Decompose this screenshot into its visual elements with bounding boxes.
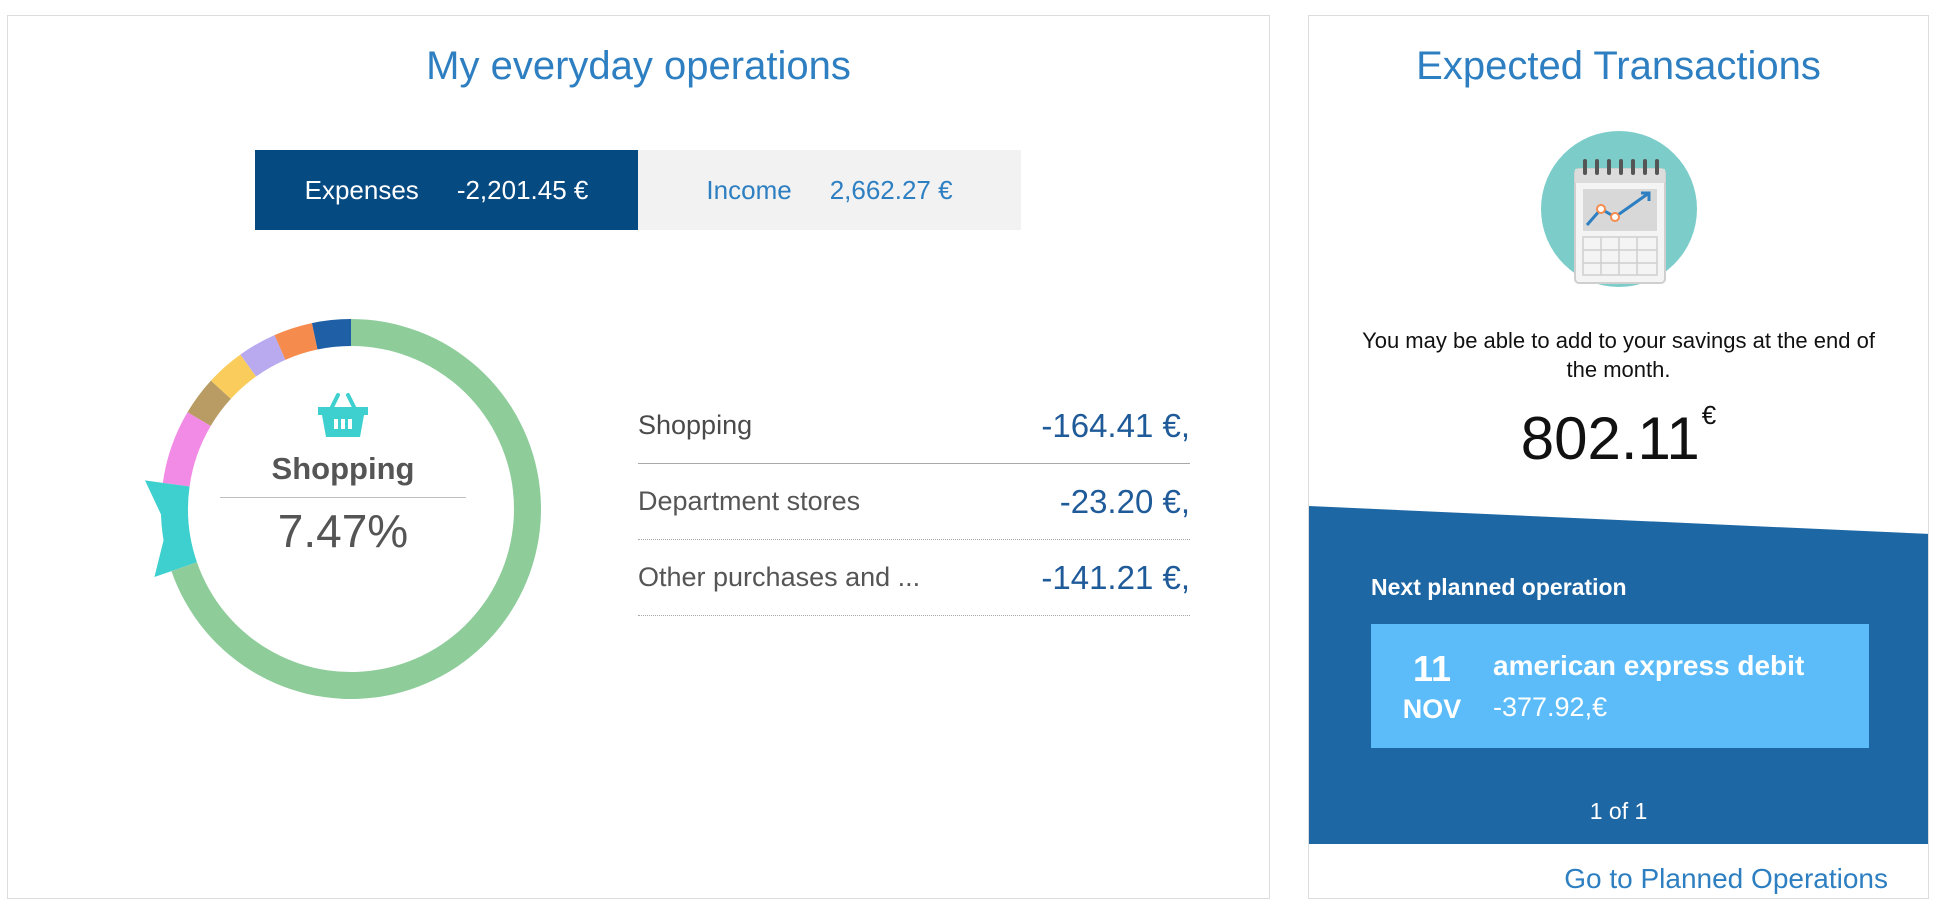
operation-day: 11 — [1412, 647, 1452, 689]
category-row[interactable]: Shopping -164.41 €, — [638, 388, 1190, 464]
income-label: Income — [706, 174, 792, 205]
expenses-tab[interactable]: Expenses -2,201.45 € — [255, 150, 638, 230]
pager: 1 of 1 — [1589, 798, 1648, 824]
operation-title: american express debit — [1493, 649, 1805, 681]
category-amount: -164.41 €, — [1041, 406, 1190, 444]
income-amount: 2,662.27 € — [829, 174, 953, 205]
operation-month: NOV — [1402, 693, 1462, 724]
operation-amount: -377.92,€ — [1493, 691, 1608, 722]
donut-segment[interactable] — [311, 319, 351, 350]
category-amount: -23.20 €, — [1059, 482, 1190, 520]
category-row[interactable]: Department stores -23.20 €, — [638, 464, 1190, 540]
expected-transactions-panel: Expected Transactions You may be able to… — [1308, 15, 1929, 899]
category-name: Other purchases and ... — [638, 562, 921, 592]
donut-center: Shopping 7.47% — [220, 391, 466, 558]
shopping-basket-icon — [318, 393, 368, 437]
expenses-label: Expenses — [304, 174, 419, 205]
panel-title: My everyday operations — [426, 44, 851, 88]
donut-center-label: Shopping — [220, 451, 466, 498]
operation-info: american express debit -377.92,€ — [1493, 650, 1804, 723]
category-name: Shopping — [638, 410, 753, 440]
panel-title: Expected Transactions — [1416, 44, 1821, 88]
savings-amount-value: 802.11 — [1520, 405, 1700, 472]
category-row[interactable]: Other purchases and ... -141.21 €, — [638, 540, 1190, 616]
savings-message: You may be able to add to your savings a… — [1362, 328, 1875, 382]
donut-center-value: 7.47% — [277, 505, 409, 557]
expense-income-toggle: Expenses -2,201.45 € Income 2,662.27 € — [255, 150, 1021, 230]
donut-segment[interactable] — [162, 412, 211, 487]
operation-date: 11 NOV — [1371, 648, 1493, 725]
go-to-planned-operations-link[interactable]: Go to Planned Operations — [1564, 863, 1888, 895]
savings-amount: 802.11€ — [1309, 400, 1928, 473]
planned-operation-card[interactable]: 11 NOV american express debit -377.92,€ — [1371, 624, 1869, 748]
income-tab[interactable]: Income 2,662.27 € — [638, 150, 1021, 230]
category-list: Shopping -164.41 €, Department stores -2… — [638, 388, 1190, 616]
category-amount: -141.21 €, — [1041, 558, 1190, 596]
category-name: Department stores — [638, 486, 861, 516]
calendar-chart-icon — [1541, 131, 1697, 287]
savings-currency: € — [1701, 400, 1717, 430]
expenses-amount: -2,201.45 € — [456, 174, 589, 205]
next-operation-label: Next planned operation — [1371, 574, 1627, 600]
everyday-operations-panel: My everyday operations Expenses -2,201.4… — [7, 15, 1270, 899]
